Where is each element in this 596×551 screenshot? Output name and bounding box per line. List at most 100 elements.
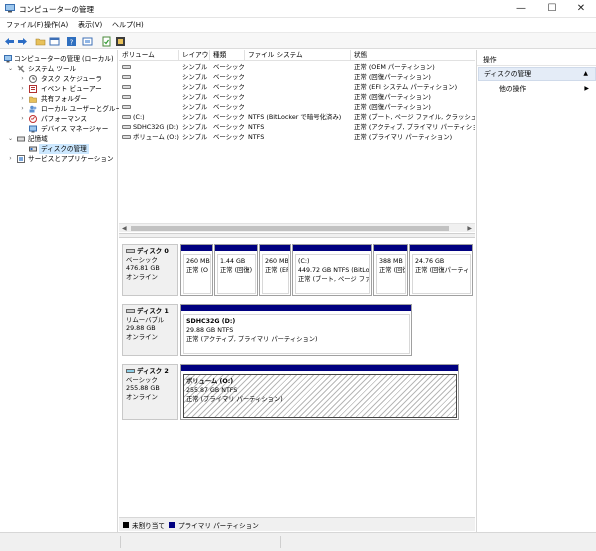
back-icon[interactable] xyxy=(4,36,15,47)
disk-graphical-view: ディスク 0 ベーシック 476.81 GB オンライン 260 MB 正常 (… xyxy=(119,238,475,516)
unallocated-swatch xyxy=(123,522,129,528)
column-header-volume[interactable]: ボリューム xyxy=(119,50,179,61)
table-cell-fs xyxy=(245,92,351,102)
services-icon xyxy=(17,155,25,163)
tree-label: コンピューターの管理 (ローカル) xyxy=(14,55,114,63)
partition[interactable]: 1.44 GB 正常 (回復) xyxy=(214,244,258,296)
table-row[interactable]: (C:) シンプル ベーシック NTFS (BitLocker で暗号化済み) 正常 (… xyxy=(119,112,475,122)
table-row[interactable]: シンプル ベーシック 正常 (OEM パーティション) xyxy=(119,62,475,72)
table-row[interactable]: ボリューム (O:) シンプル ベーシック NTFS 正常 (プライマリ パーティション… xyxy=(119,132,475,142)
actions-section-disk-management[interactable]: ディスクの管理 ▲ xyxy=(478,67,596,81)
expand-icon[interactable]: › xyxy=(19,104,26,114)
collapse-icon[interactable]: ⌄ xyxy=(7,64,14,74)
help-icon[interactable]: ? xyxy=(66,36,77,47)
table-cell-volume xyxy=(119,62,179,72)
table-cell-type: ベーシック xyxy=(213,113,245,121)
partition[interactable]: 388 MB 正常 (回復) xyxy=(373,244,408,296)
maximize-button[interactable]: ☐ xyxy=(537,0,567,18)
minimize-button[interactable]: — xyxy=(506,0,536,18)
table-row[interactable]: シンプル ベーシック 正常 (回復パーティション) xyxy=(119,102,475,112)
table-cell-type: ベーシック xyxy=(213,83,245,91)
refresh-icon[interactable] xyxy=(82,36,93,47)
menu-file[interactable]: ファイル(F) xyxy=(6,20,44,30)
table-row[interactable]: シンプル ベーシック 正常 (回復パーティション) xyxy=(119,72,475,82)
table-cell-status: 正常 (アクティブ, プライマリ パーティション) xyxy=(354,123,475,131)
table-cell-volume: ボリューム (O:) xyxy=(119,132,179,142)
expand-icon[interactable]: › xyxy=(19,84,26,94)
properties-icon[interactable] xyxy=(49,36,60,47)
partition-size: 24.76 GB xyxy=(415,258,445,265)
partition-status: 正常 (回復) xyxy=(220,267,253,274)
partition-status: 正常 (回復パーティ xyxy=(415,267,470,274)
table-cell-fs xyxy=(245,72,351,82)
collapse-up-icon[interactable]: ▲ xyxy=(583,68,588,80)
disk-name: ディスク 0 xyxy=(137,247,169,255)
table-cell-status: 正常 (回復パーティション) xyxy=(354,93,431,101)
close-button[interactable]: ✕ xyxy=(566,0,596,18)
menu-help[interactable]: ヘルプ(H) xyxy=(112,20,144,30)
column-header-type[interactable]: 種類 xyxy=(210,50,245,61)
volume-list-header: ボリューム レイアウト 種類 ファイル システム 状態 xyxy=(119,50,475,61)
forward-icon[interactable] xyxy=(17,36,28,47)
volume-icon xyxy=(122,115,131,119)
disk-size: 255.88 GB xyxy=(126,384,160,392)
table-cell-fs xyxy=(245,102,351,112)
table-cell-type: ベーシック xyxy=(213,93,245,101)
primary-swatch xyxy=(169,522,175,528)
hard-disk-icon xyxy=(126,369,135,373)
partition[interactable]: 260 MB 正常 (EF xyxy=(259,244,291,296)
legend-primary: プライマリ パーティション xyxy=(178,522,259,530)
folder-icon[interactable] xyxy=(35,36,46,47)
volume-icon xyxy=(122,95,131,99)
partition[interactable]: 24.76 GB 正常 (回復パーティ xyxy=(409,244,473,296)
column-header-filesystem[interactable]: ファイル システム xyxy=(245,50,351,61)
expand-icon[interactable]: › xyxy=(7,154,14,164)
horizontal-scrollbar[interactable]: ◀ ▶ xyxy=(119,223,475,232)
tree-label: サービスとアプリケーション xyxy=(28,155,114,163)
disk-type: ベーシック xyxy=(126,375,158,384)
volume-icon xyxy=(122,85,131,89)
partition-status: 正常 (EF xyxy=(265,267,289,274)
partition-status: 正常 (O xyxy=(186,267,209,274)
partition-d[interactable]: SDHC32G (D:) 29.88 GB NTFS 正常 (アクティブ, プラ… xyxy=(180,304,412,356)
scroll-left-icon[interactable]: ◀ xyxy=(122,224,127,233)
disk-0-label[interactable]: ディスク 0 ベーシック 476.81 GB オンライン xyxy=(122,244,178,296)
column-header-layout[interactable]: レイアウト xyxy=(179,50,210,61)
expand-icon[interactable]: › xyxy=(19,74,26,84)
shared-folder-icon xyxy=(29,95,37,103)
table-row[interactable]: シンプル ベーシック 正常 (回復パーティション) xyxy=(119,92,475,102)
partition[interactable]: 260 MB 正常 (O xyxy=(180,244,213,296)
table-cell-type: ベーシック xyxy=(213,103,245,111)
table-cell-status: 正常 (回復パーティション) xyxy=(354,103,431,111)
toolbar: ? xyxy=(0,32,596,49)
disk-1-label[interactable]: ディスク 1 リムーバブル 29.88 GB オンライン xyxy=(122,304,178,356)
volume-icon xyxy=(122,125,131,129)
table-cell-fs: NTFS (BitLocker で暗号化済み) xyxy=(248,113,342,121)
table-row[interactable]: SDHC32G (D:) シンプル ベーシック NTFS 正常 (アクティブ, プライマ… xyxy=(119,122,475,132)
column-header-status[interactable]: 状態 xyxy=(351,50,475,61)
collapse-icon[interactable]: ⌄ xyxy=(7,134,14,144)
expand-icon[interactable]: › xyxy=(19,94,26,104)
tree-label: 共有フォルダー xyxy=(41,95,88,103)
more-actions-item[interactable]: 他の操作 ▶ xyxy=(477,83,596,95)
partition-size: 449.72 GB NTFS (BitLoc xyxy=(298,267,370,274)
table-cell-status: 正常 (EFI システム パーティション) xyxy=(354,83,458,91)
scrollbar-thumb[interactable] xyxy=(131,226,449,231)
table-cell-type: ベーシック xyxy=(213,73,245,81)
partition-size: 255.87 GB NTFS xyxy=(186,387,238,394)
scroll-right-icon[interactable]: ▶ xyxy=(467,224,472,233)
menu-view[interactable]: 表示(V) xyxy=(78,20,102,30)
expand-icon[interactable]: › xyxy=(19,114,26,124)
disk-2-label[interactable]: ディスク 2 ベーシック 255.88 GB オンライン xyxy=(122,364,178,420)
table-cell-volume xyxy=(119,82,179,92)
table-cell-volume: (C:) xyxy=(119,112,179,122)
partition-c[interactable]: (C:) 449.72 GB NTFS (BitLoc 正常 (ブート, ページ… xyxy=(292,244,372,296)
table-cell-status: 正常 (ブート, ページ ファイル, クラッシュ ダンプ xyxy=(354,113,475,121)
table-row[interactable]: シンプル ベーシック 正常 (EFI システム パーティション) xyxy=(119,82,475,92)
table-cell-layout: シンプル xyxy=(182,73,208,81)
export-icon[interactable] xyxy=(101,36,112,47)
menu-action[interactable]: 操作(A) xyxy=(44,20,68,30)
partition-o[interactable]: ボリューム (O:) 255.87 GB NTFS 正常 (プライマリ パーティ… xyxy=(180,364,459,420)
tools-icon[interactable] xyxy=(115,36,126,47)
table-cell-layout: シンプル xyxy=(182,63,208,71)
